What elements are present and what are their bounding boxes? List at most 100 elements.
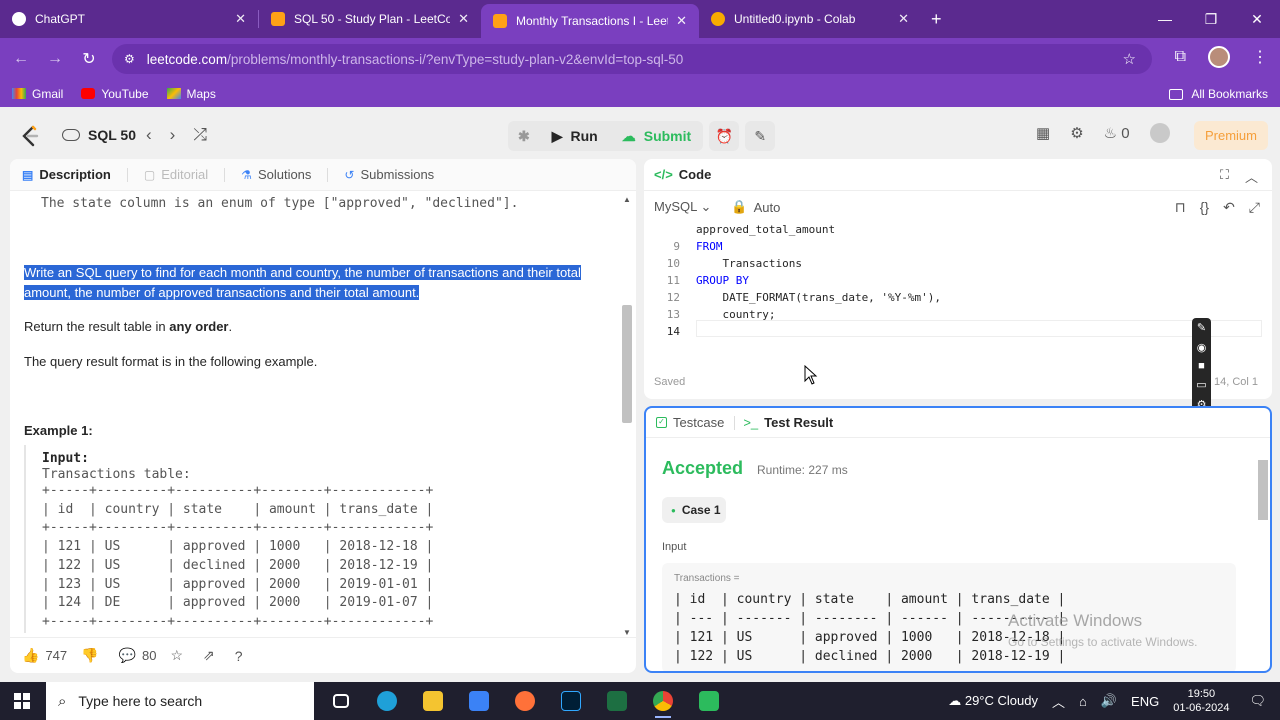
file-explorer-icon[interactable] xyxy=(410,682,456,720)
tab-colab[interactable]: Untitled0.ipynb - Colab ✕ xyxy=(699,0,921,38)
close-icon[interactable]: ✕ xyxy=(898,11,909,27)
scrollbar-thumb[interactable] xyxy=(1258,460,1268,520)
settings-gear-icon[interactable]: ⚙ xyxy=(1070,124,1083,142)
tab-test-result[interactable]: >_ Test Result xyxy=(743,415,833,430)
reload-icon[interactable]: ↻ xyxy=(72,49,106,69)
dislike-button[interactable]: 👎 xyxy=(81,647,104,664)
close-icon[interactable]: ✕ xyxy=(676,13,687,29)
language-indicator[interactable]: ENG xyxy=(1131,694,1159,709)
streak-counter[interactable]: ♨ 0 xyxy=(1104,124,1130,142)
menu-icon[interactable]: ⋮ xyxy=(1252,47,1268,67)
weather[interactable]: ☁ 29°C Cloudy xyxy=(948,693,1038,709)
scroll-up-icon[interactable]: ▲ xyxy=(623,195,631,204)
window-controls: — ❐ ✕ xyxy=(1142,0,1280,38)
case-label: Case 1 xyxy=(681,503,721,517)
prev-problem-icon[interactable]: ‹ xyxy=(146,125,152,145)
minimize-icon[interactable]: — xyxy=(1142,0,1188,38)
network-icon[interactable]: ⌂ xyxy=(1079,694,1087,709)
code-editor[interactable]: approved_total_amount 9 FROM 10 Transact… xyxy=(644,223,1272,373)
new-tab-button[interactable]: + xyxy=(931,9,942,30)
excel-icon[interactable] xyxy=(594,682,640,720)
user-avatar[interactable] xyxy=(1149,123,1170,143)
shuffle-icon[interactable]: ⤮ xyxy=(193,125,207,145)
bookmark-label: YouTube xyxy=(101,86,149,101)
reset-icon[interactable]: ↶ xyxy=(1223,199,1235,216)
fullscreen-icon[interactable]: ⤢ xyxy=(1249,199,1260,216)
scrollbar-thumb[interactable] xyxy=(622,305,632,423)
camera-icon[interactable]: ◉ xyxy=(1197,341,1207,354)
close-window-icon[interactable]: ✕ xyxy=(1234,0,1280,38)
result-scrollbar[interactable] xyxy=(1258,444,1268,671)
language-select[interactable]: MySQL ⌄ xyxy=(654,199,711,215)
clock[interactable]: 19:50 01-06-2024 xyxy=(1173,687,1229,715)
taskbar-search[interactable]: ⌕ Type here to search xyxy=(46,682,314,720)
start-button[interactable] xyxy=(0,693,44,709)
help-button[interactable]: ? xyxy=(235,648,249,664)
run-button[interactable]: ▶ Run xyxy=(539,121,610,151)
share-button[interactable]: ⇗ xyxy=(203,647,221,664)
collapse-icon[interactable]: ︿ xyxy=(1245,167,1258,186)
photoshop-icon[interactable] xyxy=(548,682,594,720)
debug-button[interactable]: ✱ xyxy=(508,121,540,151)
tab-editorial[interactable]: ▢ Editorial xyxy=(144,167,208,182)
layout-icon[interactable]: ▦ xyxy=(1036,124,1050,142)
premium-button[interactable]: Premium xyxy=(1193,121,1268,150)
site-info-icon[interactable]: ⚙ xyxy=(124,52,135,66)
volume-icon[interactable]: 🔊 xyxy=(1101,693,1117,709)
edge-icon[interactable] xyxy=(364,682,410,720)
url-bar[interactable]: ⚙ leetcode.com/problems/monthly-transact… xyxy=(112,44,1152,74)
extensions-icon[interactable]: ⧉ xyxy=(1175,48,1186,66)
next-problem-icon[interactable]: › xyxy=(170,125,176,145)
scroll-down-icon[interactable]: ▼ xyxy=(623,628,631,637)
tab-monthly-transactions[interactable]: Monthly Transactions I - LeetCo ✕ xyxy=(481,4,699,38)
language-label: MySQL xyxy=(654,199,697,214)
firefox-icon[interactable] xyxy=(502,682,548,720)
chrome-icon[interactable] xyxy=(640,682,686,720)
comments-button[interactable]: 💬 80 xyxy=(119,647,157,664)
bookmark-youtube[interactable]: YouTube xyxy=(81,86,149,101)
tray-chevron-icon[interactable]: ︿ xyxy=(1052,692,1065,711)
tab-testcase[interactable]: ✓ Testcase xyxy=(656,415,724,430)
restore-icon[interactable]: ❐ xyxy=(1188,0,1234,38)
notepad-icon[interactable] xyxy=(686,682,732,720)
close-icon[interactable]: ✕ xyxy=(458,11,469,27)
bookmark-gmail[interactable]: Gmail xyxy=(12,87,63,101)
favorite-button[interactable]: ☆ xyxy=(170,647,189,664)
store-icon[interactable] xyxy=(456,682,502,720)
study-plan-link[interactable]: SQL 50 xyxy=(62,127,136,143)
timer-button[interactable]: ⏰ xyxy=(709,121,740,151)
bookmark-maps[interactable]: Maps xyxy=(166,87,216,101)
tab-sql50[interactable]: SQL 50 - Study Plan - LeetCode ✕ xyxy=(259,0,481,38)
code-line: approved_total_amount xyxy=(696,223,836,236)
task-view-icon[interactable] xyxy=(318,682,364,720)
tab-solutions[interactable]: ⚗ Solutions xyxy=(241,167,311,182)
maps-icon xyxy=(166,88,181,99)
like-button[interactable]: 👍 747 xyxy=(22,647,67,664)
notification-icon[interactable]: 🗨 xyxy=(1249,693,1266,709)
forward-icon[interactable]: → xyxy=(38,50,72,68)
video-icon[interactable]: ■ xyxy=(1198,360,1205,372)
close-icon[interactable]: ✕ xyxy=(235,11,246,27)
submit-button[interactable]: ☁ Submit xyxy=(609,121,704,151)
auto-mode[interactable]: 🔒 Auto xyxy=(731,199,780,215)
cursor-position: 14, Col 1 xyxy=(1213,376,1258,388)
case-tab[interactable]: ● Case 1 xyxy=(662,497,726,523)
tab-submissions[interactable]: ↺ Submissions xyxy=(344,167,434,182)
all-bookmarks[interactable]: All Bookmarks xyxy=(1169,87,1268,101)
maximize-icon[interactable]: ⛶ xyxy=(1220,167,1229,186)
terminal-icon: >_ xyxy=(743,415,759,430)
bookmark-star-icon[interactable]: ☆ xyxy=(1123,50,1136,68)
format-braces-icon[interactable]: {} xyxy=(1200,199,1209,216)
description-footer: 👍 747 👎 💬 80 ☆ ⇗ ? xyxy=(10,637,636,673)
tab-chatgpt[interactable]: ChatGPT ✕ xyxy=(0,0,258,38)
description-scrollbar[interactable]: ▲ ▼ xyxy=(622,195,632,637)
problem-description: The state column is an enum of type ["ap… xyxy=(24,191,614,633)
pen-icon[interactable]: ✎ xyxy=(1197,321,1206,334)
window-icon[interactable]: ▭ xyxy=(1196,378,1206,391)
back-icon[interactable]: ← xyxy=(4,50,38,68)
bookmark-icon[interactable]: ⊓ xyxy=(1175,199,1186,216)
profile-avatar[interactable] xyxy=(1208,46,1230,68)
tab-description[interactable]: ▤ Description xyxy=(22,167,111,182)
leetcode-logo-icon[interactable] xyxy=(20,125,40,147)
notes-button[interactable]: ✎ xyxy=(745,121,776,151)
